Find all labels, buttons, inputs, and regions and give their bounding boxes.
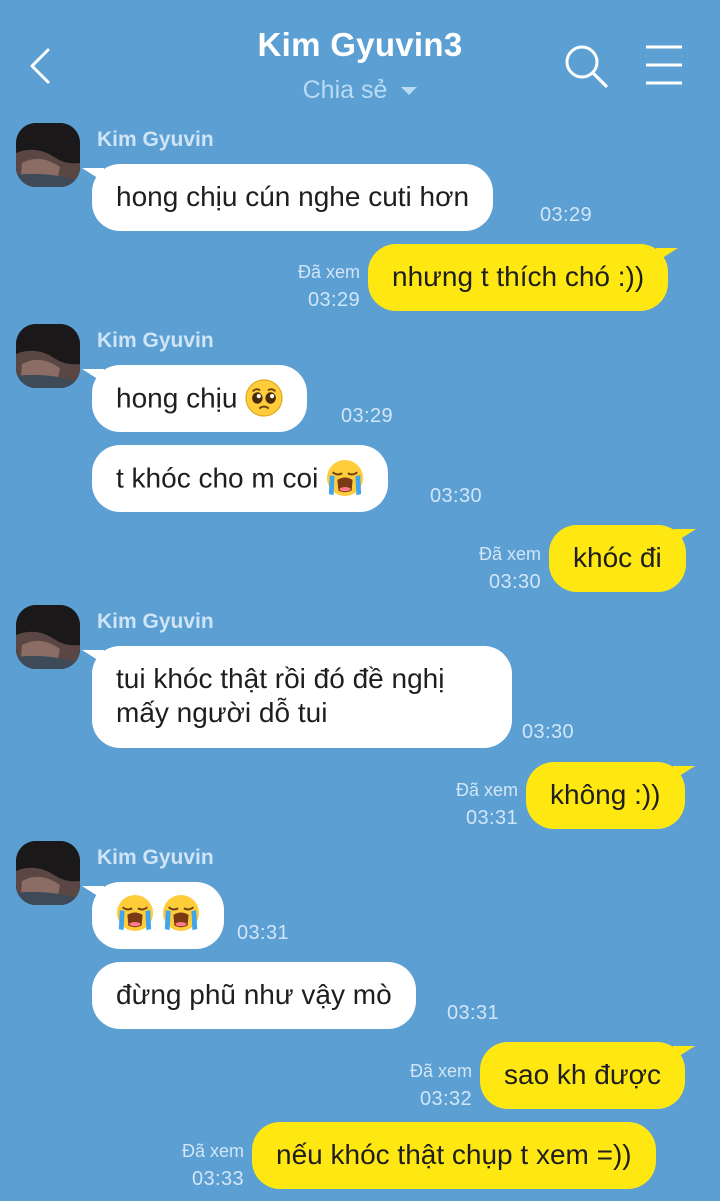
avatar[interactable] [16,605,80,669]
outgoing-message[interactable]: sao kh được [480,1042,695,1109]
message-text: tui khóc thật rồi đó đề nghị mấy người d… [116,663,445,728]
seen-status: Đã xem [478,544,541,564]
message-text: khóc đi [573,542,662,573]
message-time: 03:29 [341,405,394,427]
seen-status: Đã xem [455,780,518,800]
message-time: 03:31 [447,1002,500,1024]
chat-title[interactable]: Kim Gyuvin3 [0,26,720,64]
share-dropdown[interactable]: Chia sẻ [0,76,720,105]
pleading-face-emoji [245,379,283,417]
search-icon[interactable] [562,42,610,90]
sender-name: Kim Gyuvin [97,128,214,151]
message-text: hong chịu [116,382,238,414]
incoming-message[interactable]: t khóc cho m coi [92,445,389,512]
incoming-message[interactable]: đừng phũ như vậy mò [92,962,416,1029]
incoming-message[interactable] [82,882,224,949]
message-time: 03:30 [488,571,541,593]
message-text: không :)) [550,779,661,810]
incoming-message[interactable]: hong chịu cún nghe cuti hơn [81,164,494,231]
outgoing-message[interactable]: nhưng t thích chó :)) [368,244,679,311]
incoming-message[interactable]: tui khóc thật rồi đó đề nghị mấy người d… [82,646,512,748]
incoming-message[interactable]: hong chịu [81,365,308,432]
message-meta: Đã xem 03:33 [144,1137,244,1193]
message-time: 03:30 [522,721,575,743]
outgoing-message[interactable]: nếu khóc thật chụp t xem =)) [252,1122,656,1189]
message-meta: Đã xem 03:29 [260,258,360,314]
avatar[interactable] [16,324,80,388]
message-text: nhưng t thích chó :)) [392,261,645,292]
avatar[interactable] [16,123,80,187]
sender-name: Kim Gyuvin [97,846,214,869]
message-time: 03:31 [237,922,290,944]
message-time: 03:29 [540,204,593,226]
message-time: 03:32 [419,1088,472,1110]
message-time: 03:29 [307,289,360,311]
loudly-crying-face-emoji [116,894,154,932]
loudly-crying-face-emoji [326,459,364,497]
message-meta: Đã xem 03:30 [441,540,541,596]
seen-status: Đã xem [409,1061,472,1081]
share-label: Chia sẻ [302,76,388,104]
message-text: hong chịu cún nghe cuti hơn [116,181,470,212]
message-text: sao kh được [504,1059,661,1090]
message-text: nếu khóc thật chụp t xem =)) [276,1139,632,1170]
loudly-crying-face-emoji [162,894,200,932]
outgoing-message[interactable]: không :)) [526,762,694,829]
seen-status: Đã xem [297,262,360,282]
sender-name: Kim Gyuvin [97,329,214,352]
message-time: 03:33 [191,1168,244,1190]
caret-down-icon [401,86,418,95]
contact-name-title: Kim Gyuvin [257,26,444,63]
message-meta: Đã xem 03:32 [372,1057,472,1113]
outgoing-message[interactable]: khóc đi [549,525,696,592]
sender-name: Kim Gyuvin [97,610,214,633]
member-count-badge: 3 [443,26,463,63]
avatar[interactable] [16,841,80,905]
hamburger-menu-icon[interactable] [644,44,684,86]
message-text: đừng phũ như vậy mò [116,979,392,1010]
message-time: 03:31 [465,807,518,829]
seen-status: Đã xem [181,1141,244,1161]
chat-header: Kim Gyuvin3 Chia sẻ [0,0,720,118]
message-text: t khóc cho m coi [116,462,319,494]
message-meta: Đã xem 03:31 [418,776,518,832]
message-time: 03:30 [430,485,483,507]
